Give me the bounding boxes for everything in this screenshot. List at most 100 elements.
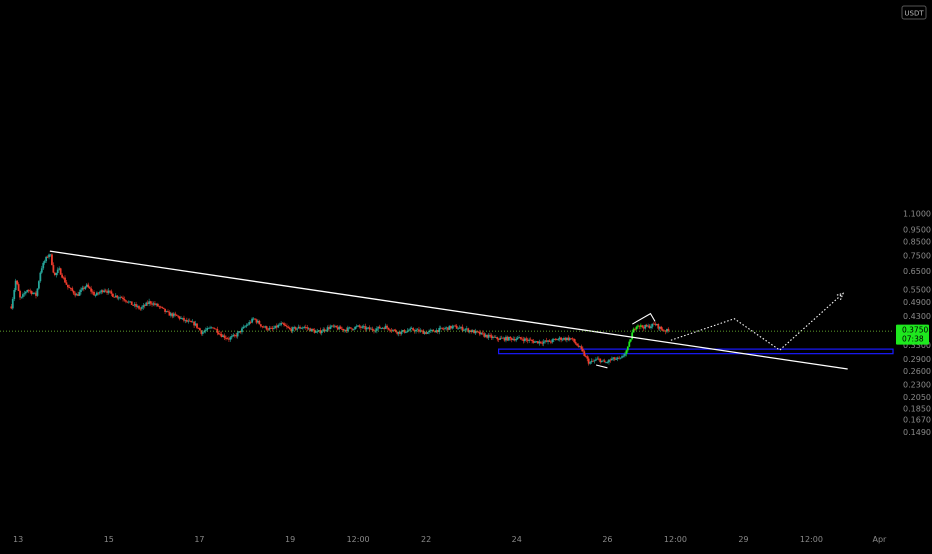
candle-body <box>650 326 652 329</box>
candle-body <box>441 327 444 329</box>
candle-body <box>400 331 403 334</box>
candle-body <box>71 288 74 291</box>
y-tick-label: 0.7500 <box>903 251 931 260</box>
candle-body <box>581 348 584 352</box>
candle-body <box>13 290 16 300</box>
candle-body <box>122 297 124 300</box>
candle-body <box>265 326 268 330</box>
candle-body <box>140 307 143 309</box>
candle-body <box>606 362 609 363</box>
candle-body <box>39 272 42 282</box>
candle-body <box>230 336 233 338</box>
candle-body <box>371 328 374 331</box>
candle-body <box>283 323 285 326</box>
candle-body <box>610 358 613 361</box>
candle-body <box>463 329 465 331</box>
candle-body <box>525 338 528 340</box>
x-tick-label: 22 <box>421 535 431 544</box>
candle-body <box>354 326 357 330</box>
candle-body <box>288 327 291 329</box>
candle-body <box>557 339 560 341</box>
candle-body <box>68 287 71 289</box>
candle-body <box>561 339 564 341</box>
y-tick-label: 0.5500 <box>903 285 931 294</box>
candle <box>130 301 133 306</box>
candle-body <box>583 351 586 356</box>
candle-body <box>196 323 198 328</box>
candle-body <box>98 292 101 294</box>
candle-body <box>358 325 361 327</box>
price-countdown-label: 07:38 <box>902 335 924 344</box>
candle-body <box>258 320 261 325</box>
candle-body <box>278 324 281 326</box>
candle-body <box>36 288 39 296</box>
candle-body <box>217 332 220 335</box>
candle-body <box>509 336 512 339</box>
candle-body <box>615 359 618 360</box>
candle-body <box>426 332 429 334</box>
candle-body <box>444 328 446 329</box>
candle-body <box>174 313 177 315</box>
candle-body <box>312 328 314 331</box>
candle-body <box>660 326 663 330</box>
chart-container[interactable]: 1.1000 0.9500 0.8500 0.7500 0.6500 0.5500 0.49… <box>0 0 932 550</box>
candle-body <box>335 325 338 328</box>
x-tick-label: 17 <box>194 535 204 544</box>
candle-body <box>246 324 249 326</box>
candle-body <box>589 362 592 364</box>
y-tick-label: 1.1000 <box>903 210 931 219</box>
candle-body <box>22 294 24 297</box>
candle <box>111 293 114 298</box>
x-tick-label: 12:00 <box>347 535 370 544</box>
candle-body <box>574 341 577 344</box>
candle-body <box>576 343 578 346</box>
candle-body <box>287 326 290 328</box>
candle-body <box>37 281 40 289</box>
candle-body <box>229 337 232 340</box>
x-tick-label: 29 <box>738 535 748 544</box>
candle-body <box>72 290 75 294</box>
candle-body <box>94 295 97 297</box>
candle-body <box>386 325 388 328</box>
candle-body <box>11 299 14 309</box>
candle <box>404 332 407 334</box>
candle-body <box>573 338 576 342</box>
x-tick-label: 12:00 <box>664 535 687 544</box>
candle-body <box>51 254 53 266</box>
candle-body <box>375 328 378 331</box>
candle-body <box>629 339 632 342</box>
candle-body <box>55 272 58 276</box>
candle-body <box>123 299 126 301</box>
y-tick-label: 0.4300 <box>903 312 931 321</box>
candle-body <box>16 280 19 285</box>
candle-body <box>586 356 589 359</box>
candle-body <box>201 332 204 334</box>
candle-body <box>349 327 352 329</box>
candle-body <box>325 330 328 332</box>
y-tick-label: 0.2050 <box>903 393 931 402</box>
chart-background <box>0 0 932 550</box>
candle-body <box>451 326 454 329</box>
candle-body <box>661 329 664 331</box>
candle-body <box>306 327 309 329</box>
candle-body <box>412 328 415 331</box>
candle-body <box>104 290 107 292</box>
candle-body <box>272 328 275 329</box>
candle-body <box>404 332 407 334</box>
candle-body <box>254 318 256 320</box>
candle <box>51 253 53 266</box>
candle-body <box>641 325 644 328</box>
candle-body <box>496 337 499 340</box>
candle-body <box>259 324 262 327</box>
candle-body <box>595 359 597 361</box>
candle-body <box>603 360 606 363</box>
candle-body <box>40 268 43 273</box>
price-chart[interactable]: 1.1000 0.9500 0.8500 0.7500 0.6500 0.5500 0.49… <box>0 0 932 550</box>
candle-body <box>481 332 484 334</box>
candle-body <box>78 291 81 296</box>
candle-body <box>88 287 91 289</box>
candle <box>59 267 62 275</box>
candle-body <box>130 301 133 306</box>
candle-body <box>19 290 21 298</box>
candle-body <box>149 301 152 304</box>
